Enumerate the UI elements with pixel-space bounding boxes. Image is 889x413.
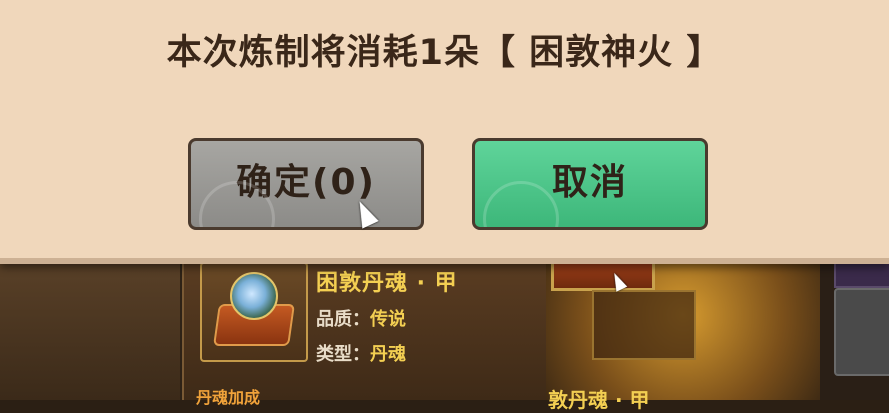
confirm-dialog: 本次炼制将消耗1朵【 困敦神火 】 确定(0) 取消 [0,0,889,264]
result-slot[interactable] [592,290,696,360]
side-slot-stone[interactable] [834,288,889,376]
quality-label: 品质： [316,309,370,330]
item-quality-row: 品质：传说 [316,305,406,331]
quality-value: 传说 [370,309,406,330]
type-label: 类型： [316,344,370,365]
item-name: 困敦丹魂 · 甲 [316,271,458,296]
left-panel [0,258,180,400]
bonus-section-header: 丹魂加成 [196,388,261,407]
confirm-button[interactable]: 确定(0) [188,138,424,230]
item-type-row: 类型：丹魂 [316,340,406,366]
dialog-message: 本次炼制将消耗1朵【 困敦神火 】 [166,33,723,73]
type-value: 丹魂 [370,344,406,365]
spirit-orb-icon [230,272,278,320]
item-icon-frame[interactable] [200,262,308,362]
cancel-button[interactable]: 取消 [472,138,708,230]
secondary-item-name: 敦丹魂 · 甲 [548,388,650,412]
